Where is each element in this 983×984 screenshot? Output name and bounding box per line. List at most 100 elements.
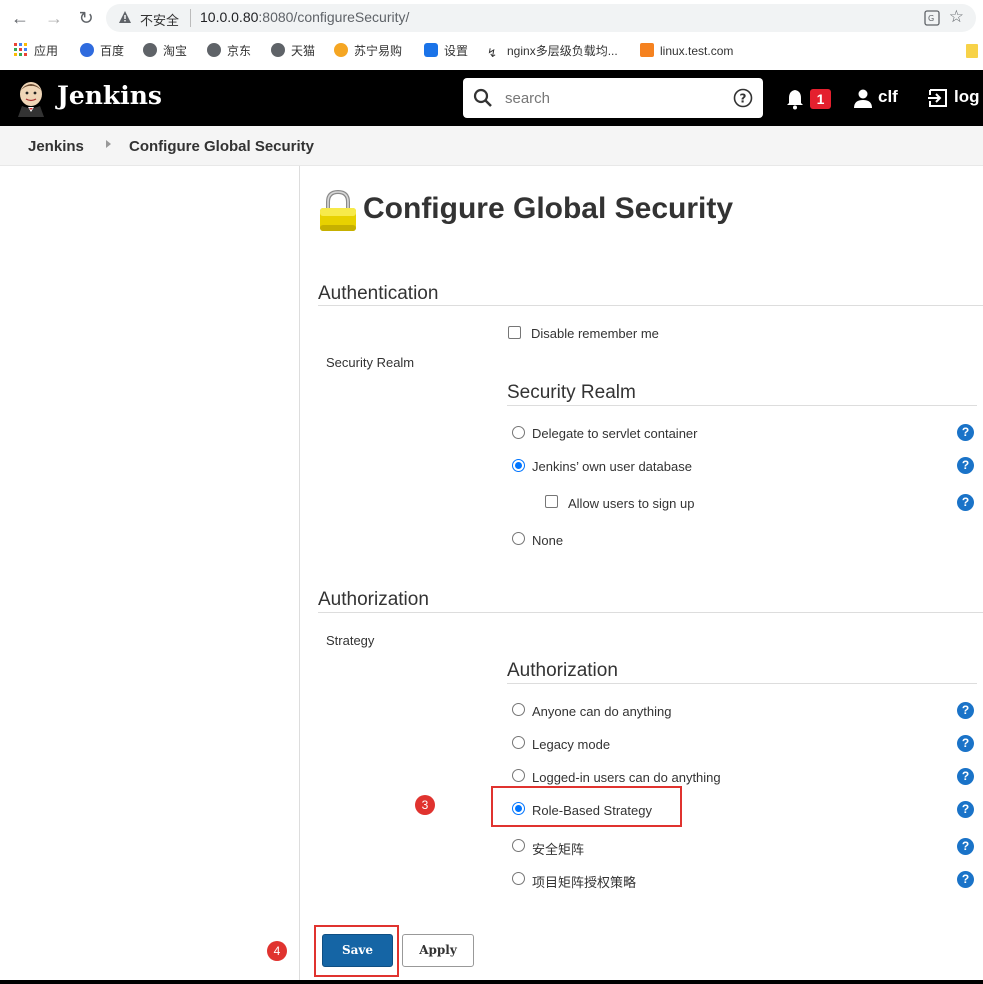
apply-button[interactable]: Apply	[402, 934, 474, 967]
search-box[interactable]: ?	[463, 78, 763, 118]
help-icon[interactable]: ?	[957, 457, 974, 474]
suning-lion-icon	[334, 43, 348, 57]
option-logged-in-label[interactable]: Logged-in users can do anything	[532, 770, 721, 785]
lock-icon	[320, 189, 356, 231]
option-legacy-mode-label[interactable]: Legacy mode	[532, 737, 610, 752]
globe-icon	[271, 43, 285, 57]
translate-icon[interactable]: G	[924, 10, 940, 26]
code-mark-icon: ↯	[487, 46, 498, 60]
url-text[interactable]: 10.0.0.80:8080/configureSecurity/	[200, 9, 409, 25]
bookmark-taobao[interactable]: 淘宝	[143, 42, 187, 60]
radio-project-matrix[interactable]	[512, 872, 525, 885]
browser-toolbar: ← → ↻ 不安全 10.0.0.80:8080/configureSecuri…	[0, 0, 983, 36]
jenkins-butler-logo-icon[interactable]	[14, 79, 48, 117]
side-panel-divider	[299, 166, 300, 984]
help-icon[interactable]: ?	[957, 735, 974, 752]
bookmark-suning[interactable]: 苏宁易购	[334, 42, 402, 60]
radio-none[interactable]	[512, 532, 525, 545]
option-security-matrix-label[interactable]: 安全矩阵	[532, 839, 584, 858]
authentication-heading: Authentication	[318, 283, 439, 304]
jenkins-title[interactable]: Jenkins	[57, 81, 162, 110]
help-icon[interactable]: ?	[957, 702, 974, 719]
insecure-label: 不安全	[140, 13, 180, 28]
breadcrumb-chevron-icon[interactable]	[106, 140, 111, 148]
radio-role-based-strategy[interactable]	[512, 802, 525, 815]
url-separator	[190, 9, 191, 27]
bookmark-settings[interactable]: 设置	[424, 42, 468, 60]
address-bar[interactable]: 不安全 10.0.0.80:8080/configureSecurity/ G …	[106, 4, 976, 32]
bookmark-label: 应用	[34, 44, 59, 58]
svg-text:G: G	[928, 14, 934, 23]
help-icon[interactable]: ?	[957, 494, 974, 511]
breadcrumb: Jenkins Configure Global Security	[0, 126, 983, 166]
option-project-matrix-label[interactable]: 项目矩阵授权策略	[532, 872, 636, 891]
search-input[interactable]	[505, 88, 715, 108]
user-name-link[interactable]: clf	[878, 87, 898, 107]
search-icon	[473, 88, 492, 107]
help-icon[interactable]: ?	[957, 838, 974, 855]
bookmark-jd[interactable]: 京东	[207, 42, 251, 60]
jenkins-header: Jenkins ? 1 clf log	[0, 70, 983, 126]
strategy-row-label: Strategy	[326, 633, 375, 648]
svg-text:?: ?	[740, 92, 747, 106]
bookmark-label: 苏宁易购	[354, 44, 403, 58]
bookmark-linux-test[interactable]: linux.test.com	[640, 42, 733, 60]
bookmark-label: 百度	[100, 44, 125, 58]
globe-icon	[207, 43, 221, 57]
baidu-paw-icon	[80, 43, 94, 57]
disable-remember-me-label[interactable]: Disable remember me	[531, 326, 659, 341]
help-icon[interactable]: ?	[957, 768, 974, 785]
help-icon[interactable]: ?	[957, 871, 974, 888]
bookmark-nginx[interactable]: ↯ nginx多层级负载均...	[487, 42, 618, 60]
option-role-based-label[interactable]: Role-Based Strategy	[532, 803, 652, 818]
option-none-label[interactable]: None	[532, 533, 563, 548]
security-realm-row-label: Security Realm	[326, 355, 415, 370]
allow-sign-up-label[interactable]: Allow users to sign up	[568, 496, 694, 511]
help-circle-icon[interactable]: ?	[733, 88, 753, 108]
radio-security-matrix[interactable]	[512, 839, 525, 852]
step-3-badge: 3	[415, 795, 435, 815]
breadcrumb-jenkins[interactable]: Jenkins	[28, 138, 84, 155]
section-divider	[318, 612, 983, 613]
authorization-heading: Authorization	[318, 589, 429, 610]
notification-badge[interactable]: 1	[810, 89, 831, 109]
d-logo-icon	[640, 43, 654, 57]
help-icon[interactable]: ?	[957, 801, 974, 818]
radio-delegate-servlet[interactable]	[512, 426, 525, 439]
bookmark-apps[interactable]: 应用	[14, 42, 58, 60]
option-anyone-label[interactable]: Anyone can do anything	[532, 704, 672, 719]
save-button[interactable]: Save	[322, 934, 393, 967]
security-realm-heading: Security Realm	[507, 382, 636, 403]
step-4-badge: 4	[267, 941, 287, 961]
bottom-bar	[0, 980, 983, 984]
bookmark-label: 淘宝	[163, 44, 188, 58]
bookmark-tmall[interactable]: 天猫	[271, 42, 315, 60]
gear-icon	[424, 43, 438, 57]
radio-legacy-mode[interactable]	[512, 736, 525, 749]
bookmark-label: 京东	[227, 44, 252, 58]
help-icon[interactable]: ?	[957, 424, 974, 441]
logout-icon[interactable]	[927, 87, 949, 109]
logout-link[interactable]: log	[954, 87, 980, 107]
radio-anyone-can-do-anything[interactable]	[512, 703, 525, 716]
breadcrumb-configure-global-security[interactable]: Configure Global Security	[129, 138, 314, 155]
back-arrow-icon[interactable]: ←	[10, 8, 30, 28]
bookmark-star-icon[interactable]: ☆	[949, 7, 964, 27]
bookmark-baidu[interactable]: 百度	[80, 42, 124, 60]
option-delegate-servlet-label[interactable]: Delegate to servlet container	[532, 426, 697, 441]
reload-icon[interactable]: ↻	[76, 8, 96, 28]
disable-remember-me-checkbox[interactable]	[508, 326, 521, 339]
bell-icon[interactable]	[785, 88, 805, 110]
bookmark-label: linux.test.com	[660, 44, 734, 58]
bookmarks-bar: 应用 百度 淘宝 京东 天猫 苏宁易购 设置 ↯ nginx多层级负载均... l…	[0, 36, 983, 66]
bookmark-label: 设置	[444, 44, 469, 58]
radio-logged-in-users[interactable]	[512, 769, 525, 782]
url-path: :8080/configureSecurity/	[258, 9, 410, 25]
folder-icon[interactable]	[966, 44, 978, 58]
forward-arrow-icon[interactable]: →	[44, 8, 64, 28]
page-title: Configure Global Security	[363, 192, 734, 225]
option-jenkins-user-database-label[interactable]: Jenkins’ own user database	[532, 459, 692, 474]
user-icon[interactable]	[853, 88, 873, 108]
radio-jenkins-user-database[interactable]	[512, 459, 525, 472]
allow-sign-up-checkbox[interactable]	[545, 495, 558, 508]
